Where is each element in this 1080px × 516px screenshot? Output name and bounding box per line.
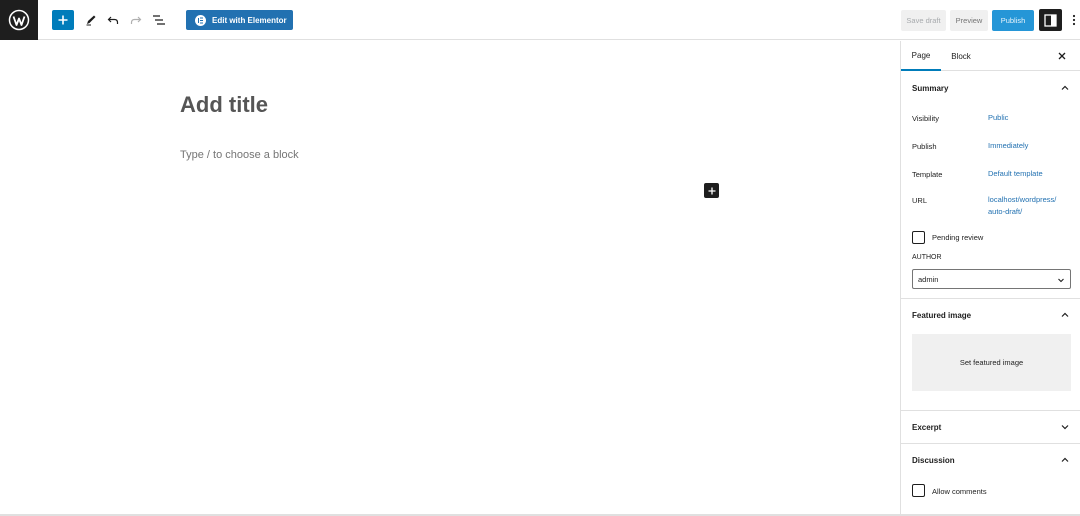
url-line-1: localhost/wordpress/ <box>988 195 1057 204</box>
undo-button[interactable] <box>102 10 124 30</box>
settings-sidebar: Page Block Summary Visibility Public Pub… <box>900 41 1080 516</box>
tools-button[interactable] <box>80 10 102 30</box>
preview-button[interactable]: Preview <box>950 10 988 31</box>
summary-heading: Summary <box>912 83 949 93</box>
template-label: Template <box>912 170 943 179</box>
chevron-down-icon <box>1058 278 1064 283</box>
summary-panel-toggle[interactable]: Summary <box>901 72 1080 104</box>
allow-comments-checkbox[interactable] <box>912 484 925 497</box>
redo-icon <box>130 16 142 24</box>
elementor-icon <box>195 14 206 26</box>
url-line-2: auto-draft/ <box>988 207 1023 216</box>
more-vertical-icon <box>1072 14 1076 26</box>
author-select[interactable]: admin <box>912 269 1071 289</box>
add-block-button[interactable] <box>52 10 74 30</box>
allow-comments-label: Allow comments <box>932 487 987 496</box>
url-label: URL <box>912 196 928 205</box>
chevron-down-icon <box>1061 425 1069 430</box>
publish-date-value[interactable]: Immediately <box>988 140 1028 152</box>
tab-page[interactable]: Page <box>901 41 941 71</box>
author-label: AUTHOR <box>912 254 942 261</box>
close-icon <box>1058 52 1066 60</box>
list-view-icon <box>153 15 165 25</box>
redo-button[interactable] <box>125 10 147 30</box>
url-value[interactable]: localhost/wordpress/ auto-draft/ <box>988 194 1056 218</box>
excerpt-heading: Excerpt <box>912 422 942 432</box>
elementor-label: Edit with Elementor <box>212 15 287 25</box>
chevron-up-icon <box>1061 85 1069 90</box>
post-title-input[interactable]: Add title <box>180 92 268 118</box>
sidebar-tabs: Page Block <box>901 41 1080 71</box>
chevron-up-icon <box>1061 312 1069 317</box>
wordpress-logo-icon[interactable] <box>0 0 38 40</box>
block-inserter-button[interactable] <box>704 183 719 198</box>
plus-icon <box>58 15 68 25</box>
featured-image-panel-toggle[interactable]: Featured image <box>901 299 1080 331</box>
pencil-icon <box>86 15 96 26</box>
chevron-up-icon <box>1061 457 1069 462</box>
featured-image-heading: Featured image <box>912 310 972 320</box>
close-sidebar-button[interactable] <box>1055 49 1069 63</box>
set-featured-image-button[interactable]: Set featured image <box>912 334 1071 391</box>
save-draft-button[interactable]: Save draft <box>901 10 946 31</box>
settings-button[interactable] <box>1039 9 1062 31</box>
publish-button[interactable]: Publish <box>992 10 1034 31</box>
tab-block[interactable]: Block <box>945 41 977 71</box>
top-toolbar: Edit with Elementor Save draft Preview P… <box>0 0 1080 40</box>
editor-canvas: Add title Type / to choose a block <box>0 41 900 516</box>
excerpt-panel-toggle[interactable]: Excerpt <box>901 411 1080 443</box>
block-placeholder[interactable]: Type / to choose a block <box>180 149 299 161</box>
pending-review-label: Pending review <box>932 233 984 242</box>
pending-review-checkbox[interactable] <box>912 231 925 244</box>
sidebar-toggle-icon <box>1044 13 1057 27</box>
edit-with-elementor-button[interactable]: Edit with Elementor <box>186 10 293 30</box>
undo-icon <box>107 16 119 24</box>
plus-icon <box>708 187 715 194</box>
document-overview-button[interactable] <box>148 10 170 30</box>
template-value[interactable]: Default template <box>988 168 1043 180</box>
author-value: admin <box>918 274 939 284</box>
visibility-label: Visibility <box>912 114 939 123</box>
options-button[interactable] <box>1068 11 1080 29</box>
visibility-value[interactable]: Public <box>988 112 1008 124</box>
discussion-heading: Discussion <box>912 455 955 465</box>
publish-label: Publish <box>912 142 937 151</box>
discussion-panel-toggle[interactable]: Discussion <box>901 444 1080 476</box>
